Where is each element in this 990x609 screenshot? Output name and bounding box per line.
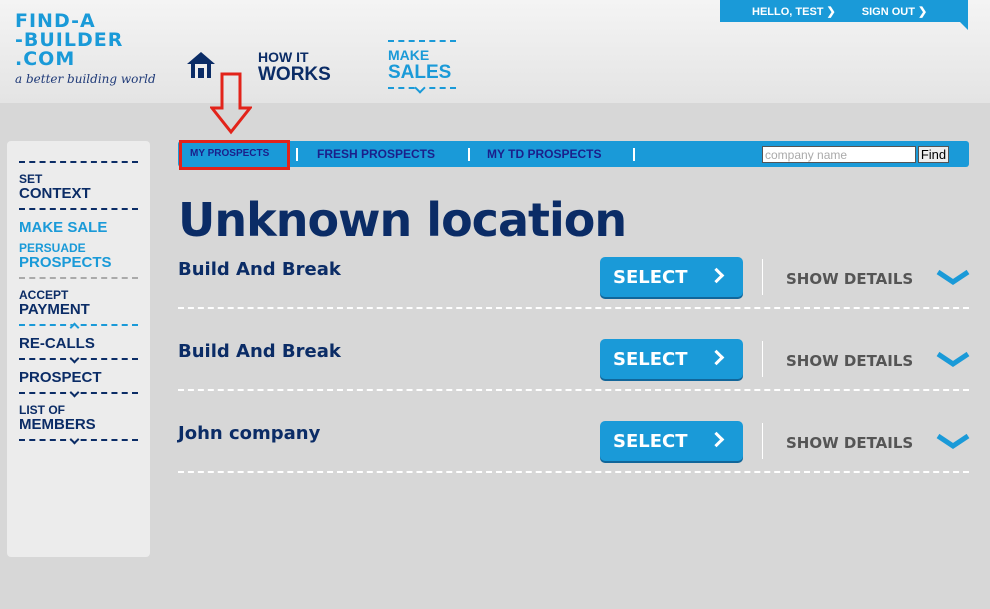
sidebar: SET CONTEXT MAKE SALE PERSUADE PROSPECTS… [7,141,150,557]
prospect-name: John company [178,423,321,444]
nav-separator [468,148,470,161]
header: FIND-A -BUILDER .COM a better building w… [0,0,990,103]
vertical-separator [762,259,763,295]
chevron-down-icon[interactable] [936,268,970,286]
sidebar-item-label: MEMBERS [19,416,96,433]
sidebar-item-label: PROSPECT [19,369,102,386]
logo-line-3: .COM [15,48,76,70]
make-label: MAKE [388,47,430,63]
show-details-link[interactable]: SHOW DETAILS [786,270,913,288]
greeting-text: HELLO, TEST [752,5,824,18]
list-item: Build And Break SELECT SHOW DETAILS [178,257,970,341]
sidebar-item-prospect[interactable]: PROSPECT [19,360,138,392]
nav-separator [633,148,635,161]
prospect-name: Build And Break [178,341,341,362]
red-arrow-annotation [210,72,252,135]
divider [178,389,969,391]
make-sales-underline [388,82,456,94]
show-details-link[interactable]: SHOW DETAILS [786,434,913,452]
select-label: SELECT [613,348,688,370]
divider [178,307,969,309]
sign-out-link[interactable]: SIGN OUT ❯ [862,5,927,18]
list-item: Build And Break SELECT SHOW DETAILS [178,339,970,423]
user-bar-corner [960,22,968,30]
sidebar-item-label: CONTEXT [19,185,91,202]
chevron-down-icon[interactable] [936,432,970,450]
tab-fresh-prospects[interactable]: FRESH PROSPECTS [317,141,435,167]
show-details-link[interactable]: SHOW DETAILS [786,352,913,370]
highlight-box-annotation [179,140,290,170]
select-button[interactable]: SELECT [600,339,743,379]
sidebar-item-re-calls[interactable]: RE-CALLS [19,326,138,358]
tab-my-td-prospects[interactable]: MY TD PROSPECTS [487,141,601,167]
site-logo[interactable]: FIND-A -BUILDER .COM a better building w… [15,12,156,87]
vertical-separator [762,341,763,377]
sidebar-item-list-of-members[interactable]: LIST OF MEMBERS [19,394,138,439]
sidebar-item-label: MAKE SALE [19,219,108,236]
how-it-works-link[interactable]: HOW IT WORKS [258,50,331,85]
sidebar-item-make-sale[interactable]: MAKE SALE [19,210,138,238]
nav-separator [296,148,298,161]
select-button[interactable]: SELECT [600,257,743,297]
divider [19,434,138,445]
chevron-down-icon[interactable] [936,350,970,368]
divider [19,322,138,333]
chevron-right-icon [708,431,725,448]
divider [178,471,969,473]
select-button[interactable]: SELECT [600,421,743,461]
divider [19,277,138,279]
sidebar-item-label: RE-CALLS [19,335,95,352]
page-title: Unknown location [178,193,627,247]
sidebar-item-accept-payment[interactable]: ACCEPT PAYMENT [19,279,138,324]
user-bar: HELLO, TEST ❯ SIGN OUT ❯ [720,0,968,30]
select-label: SELECT [613,266,688,288]
logo-tagline: a better building world [15,72,156,86]
divider [19,387,138,398]
list-item: John company SELECT SHOW DETAILS [178,421,970,505]
sidebar-item-set-context[interactable]: SET CONTEXT [19,163,138,208]
chevron-down-icon [414,82,426,94]
divider [19,208,138,210]
works-label: WORKS [258,64,331,85]
divider [19,161,138,163]
prospect-name: Build And Break [178,259,341,280]
sidebar-item-label: PROSPECTS [19,254,112,271]
how-it-label: HOW IT [258,49,309,65]
sign-out-text: SIGN OUT [861,5,915,18]
sidebar-item-persuade-prospects[interactable]: PERSUADE PROSPECTS [19,238,138,277]
chevron-right-icon [708,267,725,284]
find-button[interactable]: Find [918,146,949,163]
sales-label: SALES [388,62,452,83]
make-sales-link[interactable]: MAKE SALES [388,40,456,94]
sidebar-item-label: PAYMENT [19,301,90,318]
select-label: SELECT [613,430,688,452]
chevron-right-icon [708,349,725,366]
divider [19,353,138,364]
vertical-separator [762,423,763,459]
hello-user-link[interactable]: HELLO, TEST ❯ [752,5,836,18]
company-search-input[interactable] [762,146,916,163]
